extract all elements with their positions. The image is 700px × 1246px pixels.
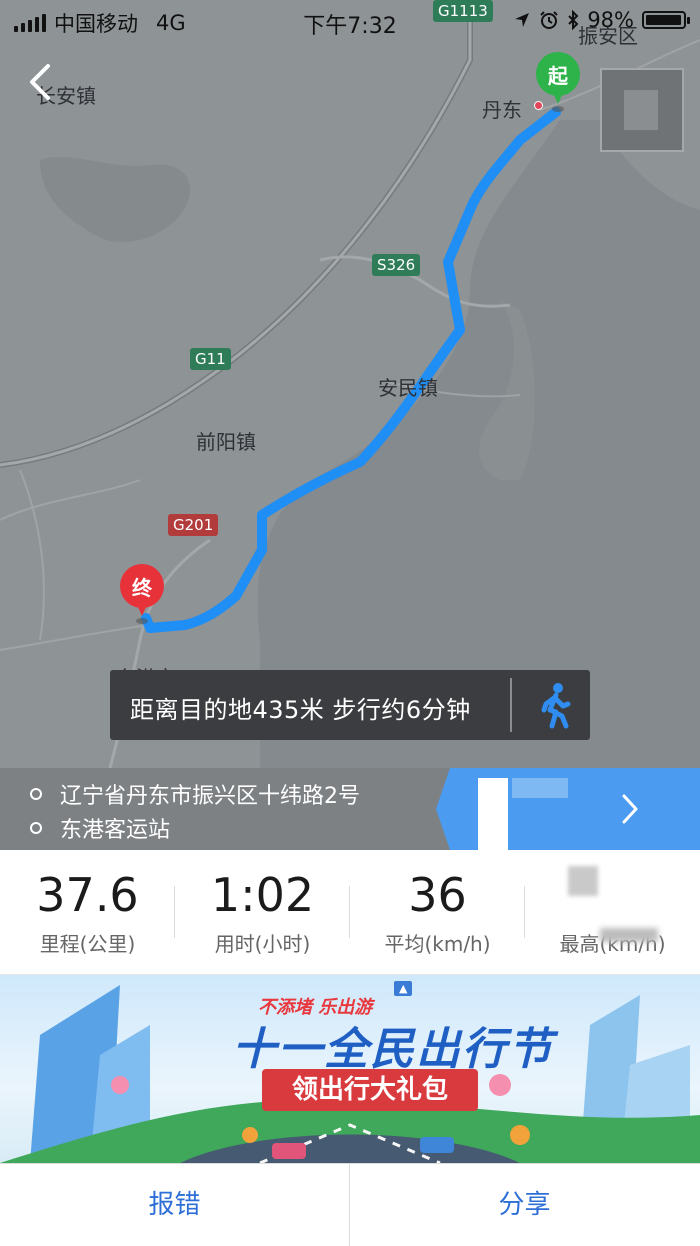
battery-percent: 98% [587,8,634,32]
back-button[interactable] [22,60,62,104]
promo-tag: ▲ [394,981,413,996]
stat-distance-label: 里程(公里) [39,932,136,956]
stat-max-speed: 最高(km/h) [525,850,700,974]
distance-banner[interactable]: 距离目的地435米 步行约6分钟 [110,670,590,740]
stat-average-speed: 36 平均(km/h) [350,850,525,974]
road-badge-g11: G11 [190,348,231,370]
map-label-dandong: 丹东 [482,98,522,122]
alarm-icon [540,11,559,29]
stat-duration-value: 1:02 [210,868,315,922]
promo-title: 十一全民出行节 [232,1024,554,1075]
road-badge-s326: S326 [372,254,421,276]
road-badge-g201: G201 [168,514,219,536]
stat-average-label: 平均(km/h) [384,932,491,956]
distance-text: 距离目的地435米 步行约6分钟 [130,696,471,724]
stat-average-value: 36 [408,868,467,922]
route-address-bar[interactable]: 辽宁省丹东市振兴区十纬路2号 东港客运站 [0,768,700,850]
map-label-anmin: 安民镇 [378,376,438,400]
blurred-overlay [600,928,658,942]
map-view[interactable]: 振安区 丹东 长安镇 安民镇 前阳镇 东港市 G1113 S326 G11 G2… [0,0,700,768]
chevron-right-icon[interactable] [618,790,642,828]
share-button[interactable]: 分享 [350,1164,699,1246]
banner-divider [510,678,512,732]
bottom-action-bar: 报错 分享 [0,1163,700,1246]
stat-distance-value: 37.6 [36,868,139,922]
destination-address: 东港客运站 [60,818,171,843]
map-layer-thumbnail[interactable] [600,68,684,152]
report-error-button[interactable]: 报错 [0,1164,349,1246]
start-marker[interactable]: 起 [536,52,580,112]
chevron-left-icon [30,64,50,100]
bluetooth-icon [568,10,579,30]
stat-duration: 1:02 用时(小时) [175,850,350,974]
origin-row: 辽宁省丹东市振兴区十纬路2号 [30,778,360,810]
stat-duration-label: 用时(小时) [214,932,311,956]
location-arrow-icon [515,13,530,27]
destination-dot-icon [30,822,42,834]
end-marker[interactable]: 终 [120,564,164,624]
origin-address: 辽宁省丹东市振兴区十纬路2号 [60,784,360,809]
map-base [0,0,700,768]
promo-banner[interactable]: 不添堵 乐出游 ▲ 十一全民出行节 领出行大礼包 [0,975,700,1163]
destination-row: 东港客运站 [30,812,170,844]
blurred-value [568,866,598,896]
map-label-qianyang: 前阳镇 [196,430,256,454]
status-bar: 中国移动 4G 下午7:32 98% [0,0,700,40]
walk-icon[interactable] [530,680,580,730]
battery-icon [642,11,690,29]
thumbnail-image [624,90,658,130]
stat-distance: 37.6 里程(公里) [0,850,175,974]
promo-ribbon: 领出行大礼包 [262,1069,478,1111]
origin-dot-icon [30,788,42,800]
